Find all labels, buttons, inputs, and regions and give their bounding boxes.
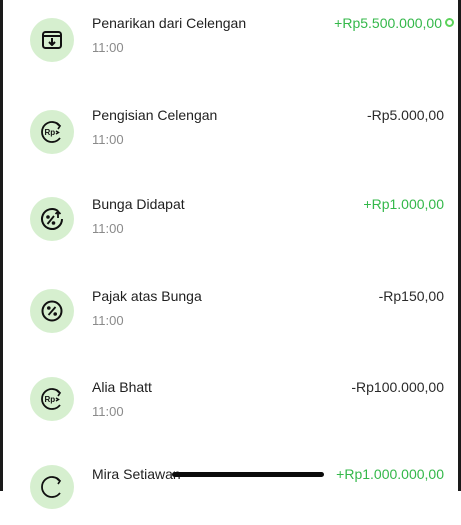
transaction-title: Mira Setiawan xyxy=(92,466,181,482)
percent-icon xyxy=(30,289,74,333)
transaction-row[interactable]: Rp Alia Bhatt 11:00 -Rp100.000,00 xyxy=(3,377,458,438)
transaction-title: Bunga Didapat xyxy=(92,196,185,212)
transaction-time: 11:00 xyxy=(92,221,124,236)
transaction-time: 11:00 xyxy=(92,132,124,147)
transaction-amount: -Rp5.000,00 xyxy=(366,107,444,123)
transaction-amount: -Rp100.000,00 xyxy=(351,379,444,395)
rp-transfer-icon: Rp xyxy=(30,110,74,154)
transaction-amount: -Rp150,00 xyxy=(378,288,444,304)
transaction-list: Penarikan dari Celengan 11:00 +Rp5.500.0… xyxy=(3,0,458,509)
transaction-amount: +Rp5.500.000,00 xyxy=(334,15,442,31)
svg-text:Rp: Rp xyxy=(45,395,56,404)
transaction-amount: +Rp1.000.000,00 xyxy=(336,466,444,482)
rp-transfer-icon xyxy=(30,465,74,509)
percent-up-icon xyxy=(30,197,74,241)
transaction-title: Pengisian Celengan xyxy=(92,107,218,123)
transaction-time: 11:00 xyxy=(92,404,124,419)
transaction-row[interactable]: Penarikan dari Celengan 11:00 +Rp5.500.0… xyxy=(3,14,458,74)
transaction-row[interactable]: Rp Pengisian Celengan 11:00 -Rp5.000,00 xyxy=(3,106,458,166)
transaction-row[interactable]: Bunga Didapat 11:00 +Rp1.000,00 xyxy=(3,195,458,255)
transaction-time: 11:00 xyxy=(92,40,124,55)
withdraw-tray-icon xyxy=(30,18,74,62)
transaction-row[interactable]: Pajak atas Bunga 11:00 -Rp150,00 xyxy=(3,287,458,347)
home-indicator[interactable] xyxy=(172,472,324,477)
transaction-title: Pajak atas Bunga xyxy=(92,288,202,304)
transaction-title: Alia Bhatt xyxy=(92,379,152,395)
svg-text:Rp: Rp xyxy=(45,128,56,137)
transaction-title: Penarikan dari Celengan xyxy=(92,15,247,31)
scroll-indicator-icon xyxy=(445,18,454,27)
transaction-amount: +Rp1.000,00 xyxy=(363,196,444,212)
transaction-time: 11:00 xyxy=(92,313,124,328)
rp-transfer-icon: Rp xyxy=(30,377,74,421)
